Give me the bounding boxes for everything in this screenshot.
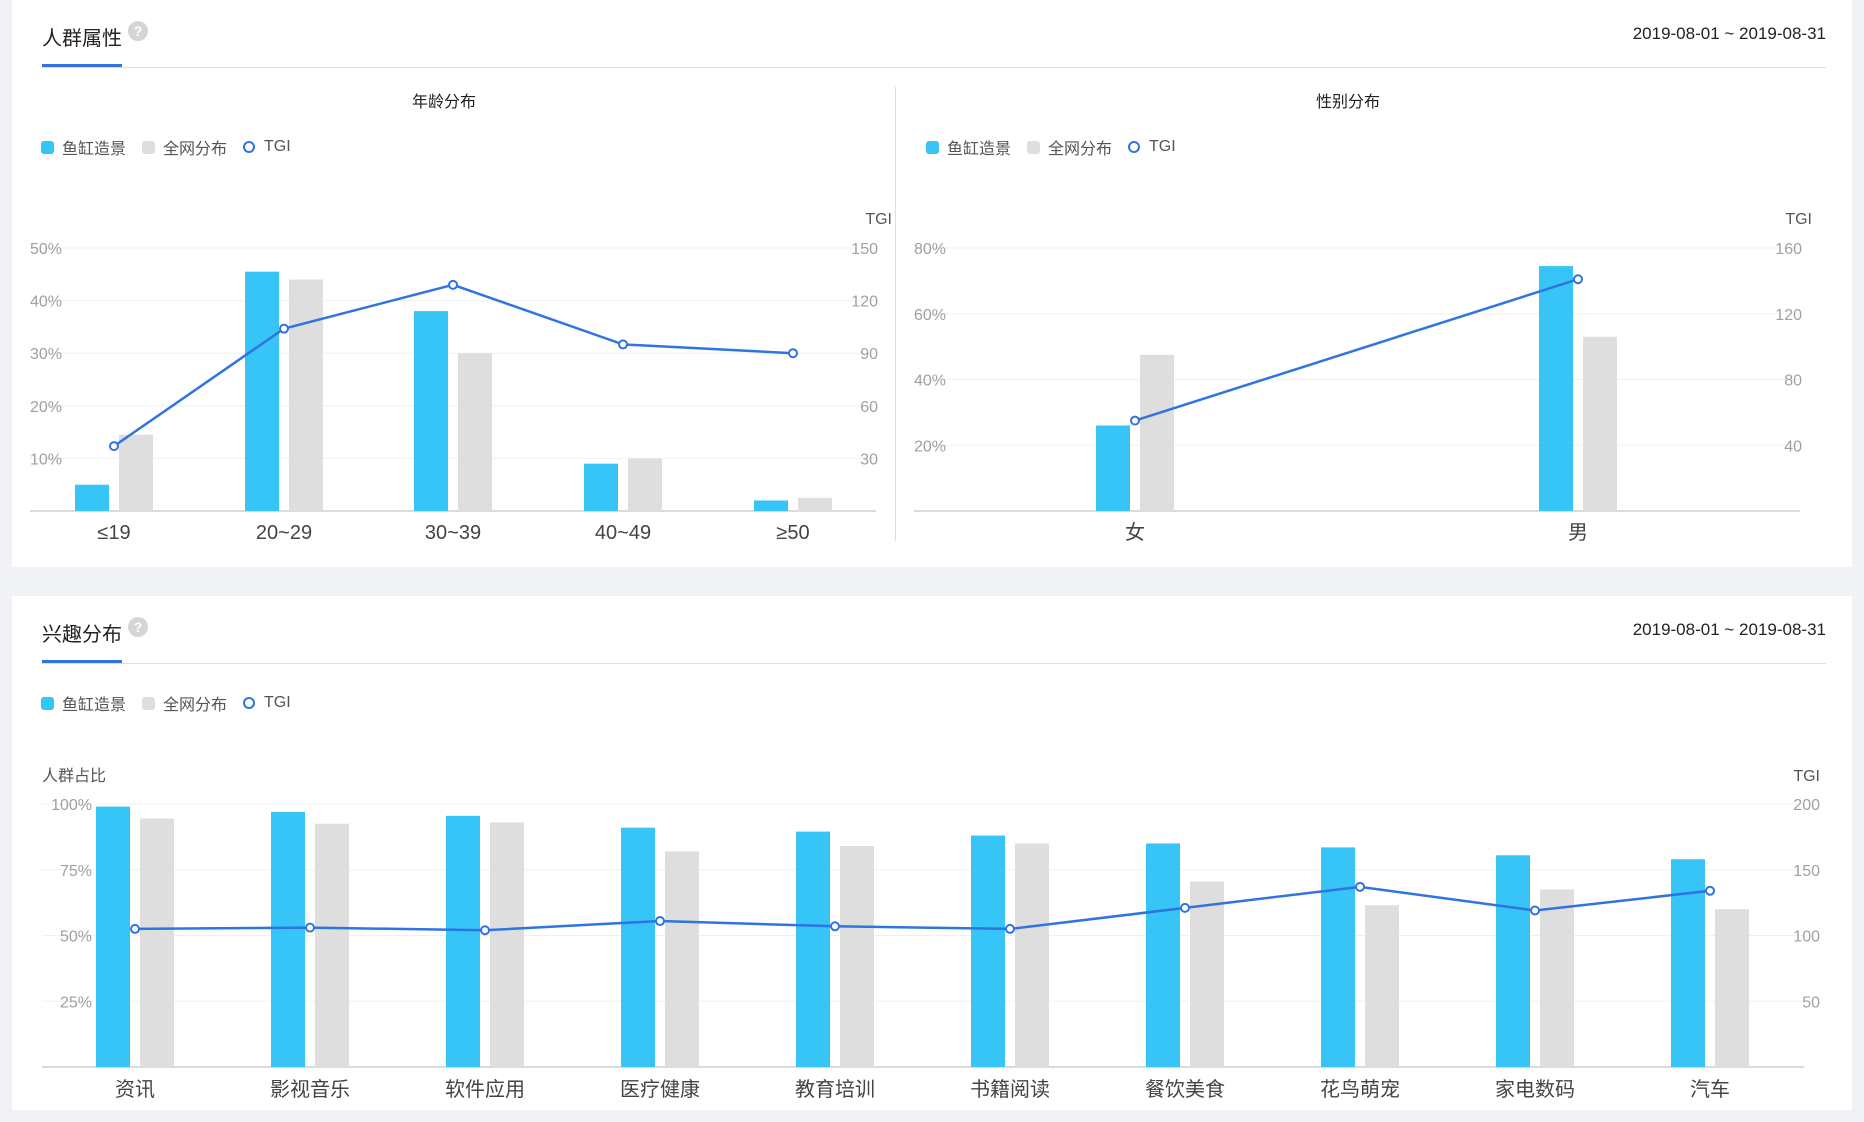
bar-secondary xyxy=(1190,881,1224,1067)
bar-secondary xyxy=(840,846,874,1067)
tgi-point xyxy=(1130,415,1140,426)
y-tick-label: 100% xyxy=(51,797,92,814)
x-tick-label: 花鸟萌宠 xyxy=(1320,1078,1400,1101)
y2-tick-label: 200 xyxy=(1793,797,1820,814)
bar-primary xyxy=(971,835,1005,1067)
x-tick-label: 医疗健康 xyxy=(620,1078,700,1101)
x-tick-label: 软件应用 xyxy=(445,1078,525,1101)
y2-tick-label: 100 xyxy=(1793,929,1820,946)
tgi-point xyxy=(655,916,665,927)
bar-primary xyxy=(621,827,655,1067)
interest-chart: 25% 50 50% 100 75% 150 100% 200 TGI 人群占比资讯 影视音乐 软件应… xyxy=(42,767,1820,1101)
x-tick-label: 教育培训 xyxy=(795,1078,875,1101)
bar-primary xyxy=(796,831,830,1067)
tgi-point xyxy=(1005,923,1015,934)
y2-tick-label: 160 xyxy=(1775,241,1802,258)
tgi-point xyxy=(1355,881,1365,892)
tgi-line xyxy=(134,885,1711,932)
bar-secondary xyxy=(140,818,174,1067)
y2-tick-label: 150 xyxy=(1793,863,1820,880)
y-tick-label: 80% xyxy=(914,241,946,258)
y-axis-label: 人群占比 xyxy=(42,767,106,785)
tgi-point xyxy=(305,922,315,933)
y2-axis-label: TGI xyxy=(1785,211,1812,228)
y-tick-label: 40% xyxy=(914,373,946,390)
bar-secondary xyxy=(1015,843,1049,1067)
bar-primary xyxy=(446,815,480,1067)
y-tick-label: 20% xyxy=(914,438,946,455)
x-tick-label: 男 xyxy=(1568,522,1588,544)
x-tick-label: 女 xyxy=(1125,521,1145,544)
y2-tick-label: 40 xyxy=(1784,438,1802,455)
y-tick-label: 60% xyxy=(914,307,946,324)
y2-tick-label: 80 xyxy=(1784,373,1802,390)
bar-secondary xyxy=(1365,905,1399,1067)
y2-tick-label: 50 xyxy=(1802,994,1820,1011)
x-tick-label: 餐饮美食 xyxy=(1145,1078,1225,1101)
bar-primary xyxy=(1096,425,1130,511)
bar-secondary xyxy=(315,823,349,1067)
tgi-point xyxy=(1705,885,1715,896)
bar-primary xyxy=(96,806,130,1067)
tgi-line xyxy=(1134,278,1579,422)
interests-panel: 兴趣分布 ? 2019-08-01 ~ 2019-08-31 鱼缸造景 全网分布… xyxy=(12,596,1852,1110)
y-tick-label: 25% xyxy=(60,994,92,1011)
tgi-point xyxy=(1530,905,1540,916)
x-tick-label: 资讯 xyxy=(115,1078,155,1101)
bar-secondary xyxy=(1715,909,1749,1067)
x-tick-label: 书籍阅读 xyxy=(970,1078,1050,1101)
bar-primary xyxy=(1146,843,1180,1067)
bar-primary xyxy=(271,811,305,1067)
bar-secondary xyxy=(665,851,699,1067)
x-tick-label: 家电数码 xyxy=(1495,1078,1575,1101)
y-tick-label: 50% xyxy=(60,929,92,946)
bar-secondary xyxy=(1540,889,1574,1067)
bar-secondary xyxy=(490,822,524,1067)
y2-tick-label: 120 xyxy=(1775,307,1802,324)
tgi-point xyxy=(1573,274,1583,285)
bar-primary xyxy=(1539,266,1573,511)
tgi-point xyxy=(480,925,490,936)
demographics-panel: 人群属性 ? 2019-08-01 ~ 2019-08-31 年龄分布 性别分布… xyxy=(12,0,1852,567)
gender-chart: 20% 40 40% 80 60% 120 80% 160 TGI 女 男 xyxy=(914,211,1812,544)
tgi-point xyxy=(1180,902,1190,913)
x-tick-label: 汽车 xyxy=(1690,1078,1730,1101)
bar-primary xyxy=(1321,847,1355,1067)
y-tick-label: 75% xyxy=(60,863,92,880)
bar-primary xyxy=(1671,859,1705,1067)
x-tick-label: 影视音乐 xyxy=(270,1078,350,1101)
bar-secondary xyxy=(1583,336,1617,511)
bar-primary xyxy=(1496,855,1530,1067)
y2-axis-label: TGI xyxy=(1793,768,1820,785)
tgi-point xyxy=(130,923,140,934)
tgi-point xyxy=(830,921,840,932)
bar-secondary xyxy=(1140,354,1174,511)
